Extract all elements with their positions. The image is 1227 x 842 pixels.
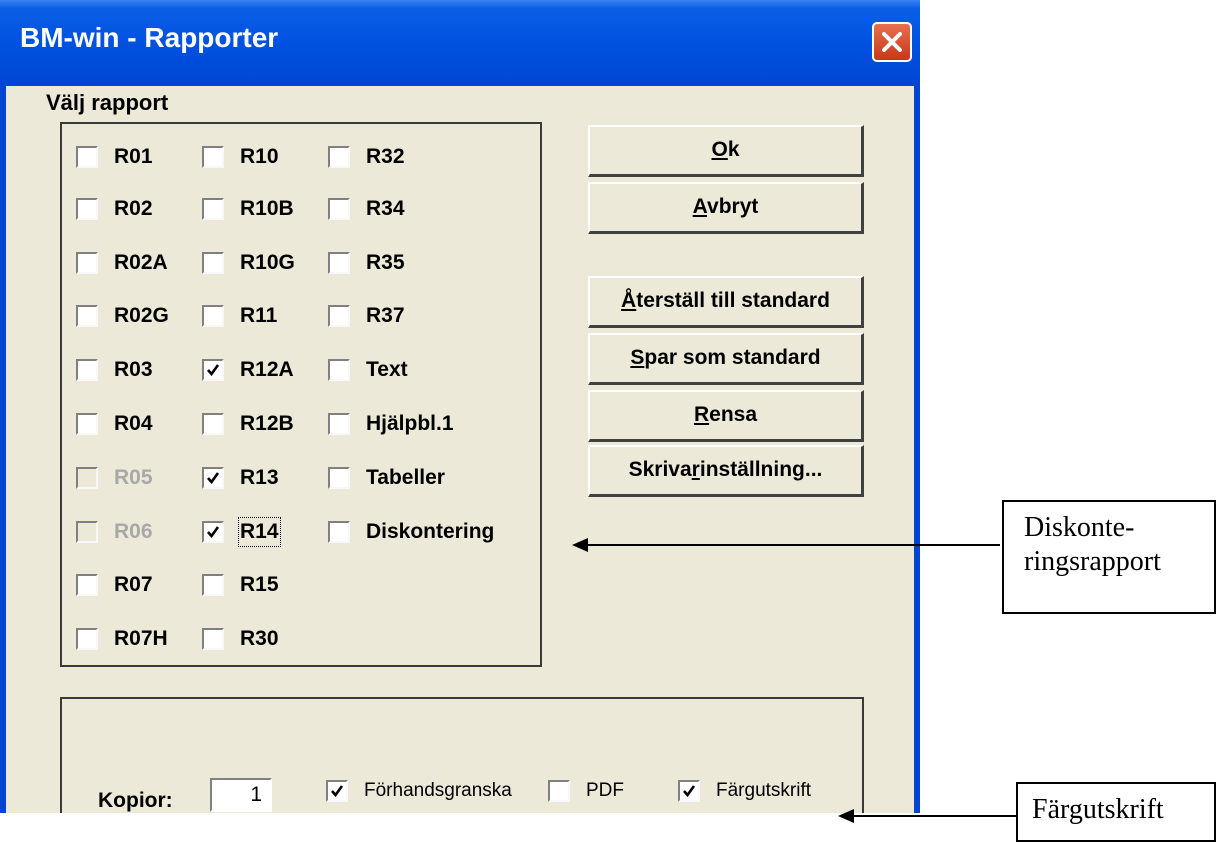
choose-report-heading: Välj rapport [46,90,169,115]
report-label: Hjälpbl.1 [366,412,454,435]
report-label: R14 [238,517,281,547]
checkbox-box[interactable] [328,198,350,220]
color-print-label: Färgutskrift [716,780,812,801]
save-as-default-button[interactable]: Spar som standard [588,333,864,385]
checkbox-box[interactable] [328,146,350,168]
checkbox-box[interactable] [76,359,98,381]
checkbox-box[interactable] [202,305,224,327]
checkbox-box[interactable] [202,359,224,381]
report-label: R02 [114,197,153,220]
checkbox-box[interactable] [548,780,570,802]
report-label: R04 [114,412,153,435]
checkbox-box[interactable] [76,628,98,650]
report-label: R02G [114,304,169,327]
window-border-left [0,86,6,813]
report-label: R30 [240,627,279,650]
report-label: R05 [114,466,153,489]
report-label: R01 [114,145,153,168]
checkbox-box[interactable] [202,198,224,220]
printer-settings-button[interactable]: Skrivarinställning... [588,445,864,497]
diskontering-arrow [572,538,1000,552]
report-label: R10 [240,145,279,168]
checkbox-box[interactable] [202,574,224,596]
color-print-arrow [838,809,1020,823]
color-print-annotation: Färgutskrift [1016,782,1216,842]
checkmark-icon [331,785,344,798]
report-label: R10B [240,197,294,220]
report-label: R02A [114,251,168,274]
report-label: Tabeller [366,466,445,489]
checkbox-box[interactable] [76,198,98,220]
report-label: R11 [240,304,278,327]
checkmark-icon [683,785,696,798]
checkbox-box[interactable] [76,413,98,435]
clear-button[interactable]: Rensa [588,390,864,442]
report-label: R15 [240,573,279,596]
checkbox-box[interactable] [326,780,348,802]
preview-label: Förhandsgranska [364,780,512,801]
report-label: R10G [240,251,295,274]
close-button[interactable] [872,22,912,62]
checkbox-box[interactable] [76,252,98,274]
checkbox-box[interactable] [328,305,350,327]
report-label: Text [366,358,408,381]
report-label: Diskontering [366,520,495,543]
copies-input[interactable]: 1 [210,778,272,812]
checkbox-box[interactable] [76,146,98,168]
annotation-line-2: ringsrapport [1024,546,1161,577]
diskontering-annotation: Diskonte- ringsrapport [1002,500,1216,614]
checkbox-box[interactable] [202,521,224,543]
report-label: R32 [366,145,405,168]
title-bar[interactable]: BM-win - Rapporter [0,0,920,86]
checkbox-box[interactable] [76,574,98,596]
report-label: R06 [114,520,153,543]
checkbox-box[interactable] [678,780,700,802]
checkbox-box[interactable] [328,521,350,543]
annotation-line-1: Diskonte- [1024,512,1135,543]
report-label: R12B [240,412,294,435]
cancel-button[interactable]: Avbryt [588,182,864,234]
reset-to-default-button[interactable]: Återställ till standard [588,276,864,328]
checkmark-icon [207,364,220,377]
checkmark-icon [207,472,220,485]
ok-button[interactable]: Ok [588,125,864,177]
checkbox-box[interactable] [202,146,224,168]
checkmark-icon [207,526,220,539]
checkbox-box[interactable] [328,359,350,381]
checkbox-box[interactable] [328,413,350,435]
close-icon [882,32,902,52]
copies-label: Kopior: [98,789,173,812]
reports-dialog: BM-win - Rapporter Välj rapport R01 R02 R0… [0,0,920,813]
checkbox-box[interactable] [76,305,98,327]
annotation-text: Färgutskrift [1032,794,1164,825]
window-border-right [914,86,920,813]
report-label: R07 [114,573,153,596]
checkbox-box[interactable] [202,252,224,274]
checkbox-box [76,467,98,489]
checkbox-box[interactable] [328,467,350,489]
report-label: R13 [240,466,279,489]
checkbox-box[interactable] [202,628,224,650]
report-label: R35 [366,251,405,274]
report-label: R03 [114,358,153,381]
report-label: R12A [240,358,294,381]
checkbox-box[interactable] [202,413,224,435]
pdf-label: PDF [586,780,624,801]
checkbox-box [76,521,98,543]
checkbox-box[interactable] [202,467,224,489]
window-title: BM-win - Rapporter [20,22,279,53]
report-label: R07H [114,627,168,650]
report-label: R37 [366,304,405,327]
checkbox-box[interactable] [328,252,350,274]
report-label: R34 [366,197,405,220]
